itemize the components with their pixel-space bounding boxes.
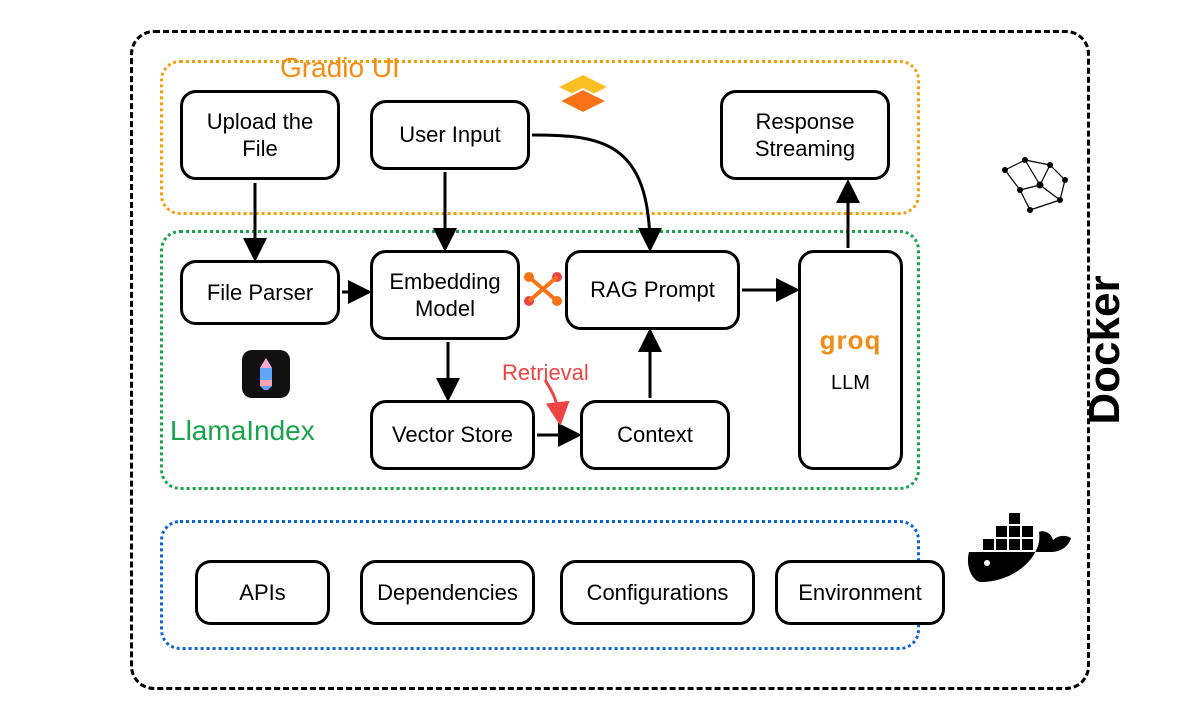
vector-store-node: Vector Store [370, 400, 535, 470]
node-label: Upload theFile [207, 108, 313, 163]
context-node: Context [580, 400, 730, 470]
configurations-node: Configurations [560, 560, 755, 625]
node-label: Environment [798, 579, 922, 607]
dependencies-node: Dependencies [360, 560, 535, 625]
rag-prompt-node: RAG Prompt [565, 250, 740, 330]
docker-section-title: Docker [1080, 275, 1130, 424]
node-label: EmbeddingModel [389, 268, 500, 323]
node-label: Dependencies [377, 579, 518, 607]
node-label: RAG Prompt [590, 276, 715, 304]
embedding-model-node: EmbeddingModel [370, 250, 520, 340]
node-label: APIs [239, 579, 285, 607]
node-label: Vector Store [392, 421, 513, 449]
environment-node: Environment [775, 560, 945, 625]
node-label: Configurations [587, 579, 729, 607]
upload-file-node: Upload theFile [180, 90, 340, 180]
groq-brand-label: groq [820, 324, 882, 357]
node-label: Context [617, 421, 693, 449]
retrieval-annotation: Retrieval [502, 360, 589, 386]
weave-icon [522, 270, 564, 313]
file-parser-node: File Parser [180, 260, 340, 325]
node-label: User Input [399, 121, 501, 149]
groq-sub-label: LLM [831, 371, 870, 396]
user-input-node: User Input [370, 100, 530, 170]
groq-llm-node: groq LLM [798, 250, 903, 470]
docker-whale-icon [965, 505, 1075, 600]
node-label: File Parser [207, 279, 313, 307]
network-graph-icon [995, 150, 1075, 225]
gradio-section-title: Gradio UI [280, 52, 400, 84]
apis-node: APIs [195, 560, 330, 625]
node-label: ResponseStreaming [755, 108, 855, 163]
response-streaming-node: ResponseStreaming [720, 90, 890, 180]
gradio-logo-icon [555, 75, 611, 128]
llama-icon [242, 350, 290, 403]
llamaindex-section-title: LlamaIndex [170, 415, 315, 447]
